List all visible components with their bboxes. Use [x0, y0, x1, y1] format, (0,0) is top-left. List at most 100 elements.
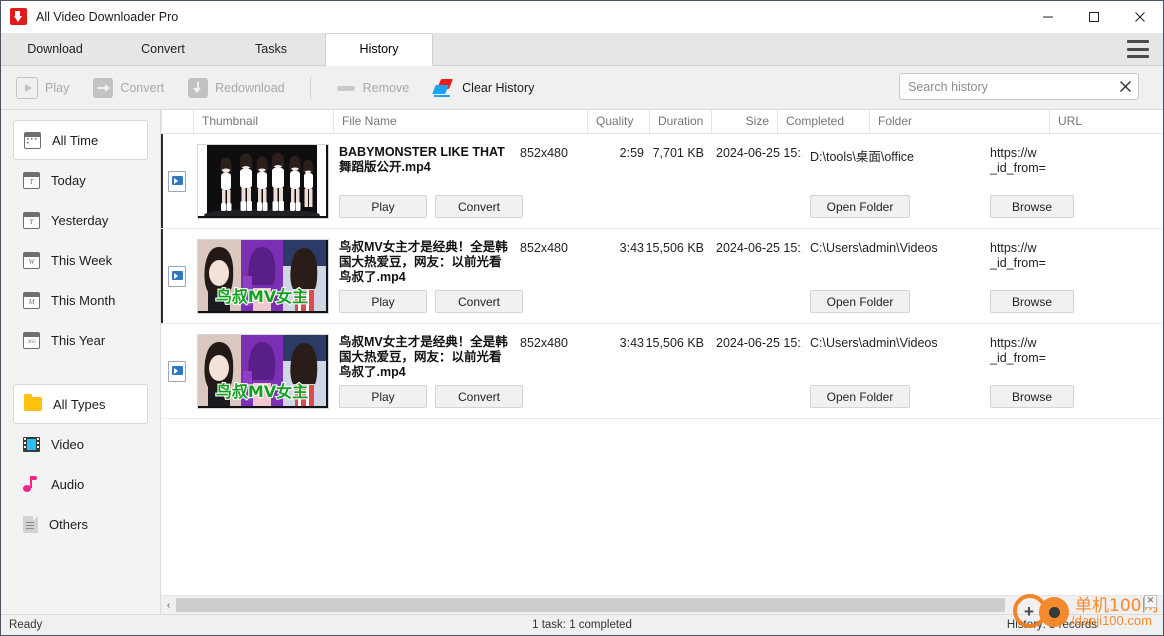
toolbar-play-label: Play	[45, 80, 70, 95]
tab-convert[interactable]: Convert	[109, 33, 217, 65]
row-browse-button[interactable]: Browse	[990, 195, 1074, 218]
scrollbar-track[interactable]	[176, 596, 1163, 614]
remove-icon	[336, 78, 356, 98]
row-browse-button[interactable]: Browse	[990, 385, 1074, 408]
row-convert-button[interactable]: Convert	[435, 385, 523, 408]
toolbar: Play Convert Redownload Remove Clear His…	[1, 66, 1163, 110]
convert-arrow-icon	[93, 77, 114, 98]
toolbar-play-button[interactable]: Play	[7, 73, 78, 103]
column-header-url[interactable]: URL	[1049, 110, 1163, 133]
sidebar-item-yesterday[interactable]: Y Yesterday	[13, 200, 148, 240]
sidebar-item-this-week[interactable]: W This Week	[13, 240, 148, 280]
eraser-icon	[432, 78, 455, 98]
row-folder-cell: C:\Users\admin\Videos Open Folder	[802, 324, 982, 419]
column-header-duration[interactable]: Duration	[649, 110, 711, 133]
row-thumbnail-cell: 鸟叔MV女主	[193, 229, 333, 324]
row-type-badge-cell	[161, 229, 193, 324]
row-open-folder-button[interactable]: Open Folder	[810, 290, 910, 313]
music-note-icon	[23, 475, 40, 493]
video-file-icon	[168, 361, 186, 382]
tab-tasks[interactable]: Tasks	[217, 33, 325, 65]
row-completed: 2024-06-25 15:17…	[716, 241, 802, 255]
hamburger-menu-icon[interactable]	[1127, 40, 1149, 58]
sidebar-item-all-time[interactable]: All Time	[13, 120, 148, 160]
search-input[interactable]	[900, 75, 1112, 98]
thumbnail-caption: 鸟叔MV女主	[216, 382, 308, 401]
toolbar-remove-button[interactable]: Remove	[327, 73, 419, 103]
row-play-button[interactable]: Play	[339, 385, 427, 408]
sidebar-item-audio[interactable]: Audio	[13, 464, 148, 504]
row-convert-button[interactable]: Convert	[435, 290, 523, 313]
scrollbar-thumb[interactable]	[176, 598, 1006, 612]
row-type-badge-cell	[161, 134, 193, 229]
sidebar-item-others[interactable]: Others	[13, 504, 148, 544]
column-header-quality[interactable]: Quality	[587, 110, 649, 133]
sidebar-item-this-year[interactable]: 365 This Year	[13, 320, 148, 360]
table-row[interactable]: BABYMONSTER LIKE THAT舞蹈版公开.mp4 Play Conv…	[161, 134, 1163, 229]
row-quality: 852x480	[520, 241, 568, 255]
row-thumbnail-cell: 鸟叔MV女主	[193, 324, 333, 419]
redownload-icon	[188, 77, 209, 98]
minimize-button[interactable]	[1025, 1, 1071, 32]
row-action-buttons: Play Convert	[339, 385, 523, 408]
scroll-left-arrow-icon[interactable]: ‹	[161, 596, 176, 614]
video-file-icon	[168, 171, 186, 192]
search-box[interactable]	[899, 73, 1139, 100]
toolbar-redownload-button[interactable]: Redownload	[179, 73, 294, 103]
calendar-today-icon: T	[23, 171, 40, 189]
calendar-all-icon	[24, 131, 41, 149]
row-browse-button[interactable]: Browse	[990, 290, 1074, 313]
history-table: Thumbnail File Name Quality Duration Siz…	[161, 110, 1163, 614]
sidebar-item-this-month-label: This Month	[51, 292, 116, 308]
column-header-thumbnail[interactable]: Thumbnail	[193, 110, 333, 133]
row-quality: 852x480	[520, 146, 568, 160]
maximize-button[interactable]	[1071, 1, 1117, 32]
toolbar-clear-history-button[interactable]: Clear History	[424, 73, 543, 103]
row-url: https://w _id_from=	[990, 229, 1163, 271]
row-open-folder-button[interactable]: Open Folder	[810, 385, 910, 408]
row-play-button[interactable]: Play	[339, 290, 427, 313]
close-button[interactable]	[1117, 1, 1163, 32]
table-row[interactable]: 鸟叔MV女主 鸟叔MV女主才是经典！全是韩国大热爱豆，网友：以前光看鸟叔了.mp…	[161, 324, 1163, 419]
row-convert-button[interactable]: Convert	[435, 195, 523, 218]
row-quality-cell: 852x480	[520, 229, 582, 324]
sidebar-item-all-types[interactable]: All Types	[13, 384, 148, 424]
sidebar-item-video[interactable]: Video	[13, 424, 148, 464]
thumbnail-image: 鸟叔MV女主	[197, 239, 329, 314]
row-filename: BABYMONSTER LIKE THAT舞蹈版公开.mp4	[339, 145, 505, 174]
tab-download[interactable]: Download	[1, 33, 109, 65]
sidebar-item-today[interactable]: T Today	[13, 160, 148, 200]
search-clear-icon[interactable]	[1112, 74, 1138, 99]
row-thumbnail-cell	[193, 134, 333, 229]
column-header-folder[interactable]: Folder	[869, 110, 1049, 133]
sidebar-item-this-month[interactable]: M This Month	[13, 280, 148, 320]
row-folder: D:\tools\桌面\office	[810, 150, 914, 164]
row-duration: 3:43	[619, 336, 644, 350]
row-open-folder-wrap: Open Folder	[810, 290, 910, 313]
row-url-line2: _id_from=	[990, 161, 1046, 175]
sidebar-item-this-year-label: This Year	[51, 332, 106, 348]
status-center-text: 1 task: 1 completed	[532, 619, 632, 631]
horizontal-scrollbar[interactable]: ‹	[161, 595, 1163, 614]
tab-history[interactable]: History	[325, 33, 433, 66]
sidebar-item-this-week-label: This Week	[51, 252, 113, 268]
row-filename-cell: BABYMONSTER LIKE THAT舞蹈版公开.mp4 Play Conv…	[333, 134, 523, 229]
row-filename: 鸟叔MV女主才是经典！全是韩国大热爱豆，网友：以前光看鸟叔了.mp4	[339, 335, 508, 379]
row-completed: 2024-06-25 15:19…	[716, 146, 802, 160]
row-url-cell: https://w _id_from= Browse	[982, 324, 1163, 419]
table-row[interactable]: 鸟叔MV女主 鸟叔MV女主才是经典！全是韩国大热爱豆，网友：以前光看鸟叔了.mp…	[161, 229, 1163, 324]
row-url-cell: https://w _id_from= Browse	[982, 134, 1163, 229]
row-open-folder-button[interactable]: Open Folder	[810, 195, 910, 218]
thumbnail-image	[197, 144, 329, 219]
document-icon	[23, 515, 38, 533]
row-browse-wrap: Browse	[990, 195, 1074, 218]
column-header-completed[interactable]: Completed	[777, 110, 869, 133]
row-url: https://w _id_from=	[990, 134, 1163, 176]
folder-icon	[24, 394, 42, 411]
table-rows: BABYMONSTER LIKE THAT舞蹈版公开.mp4 Play Conv…	[161, 134, 1163, 595]
row-size-cell: 15,506 KB	[644, 229, 710, 324]
column-header-size[interactable]: Size	[711, 110, 777, 133]
toolbar-convert-button[interactable]: Convert	[84, 73, 173, 103]
row-play-button[interactable]: Play	[339, 195, 427, 218]
column-header-filename[interactable]: File Name	[333, 110, 587, 133]
